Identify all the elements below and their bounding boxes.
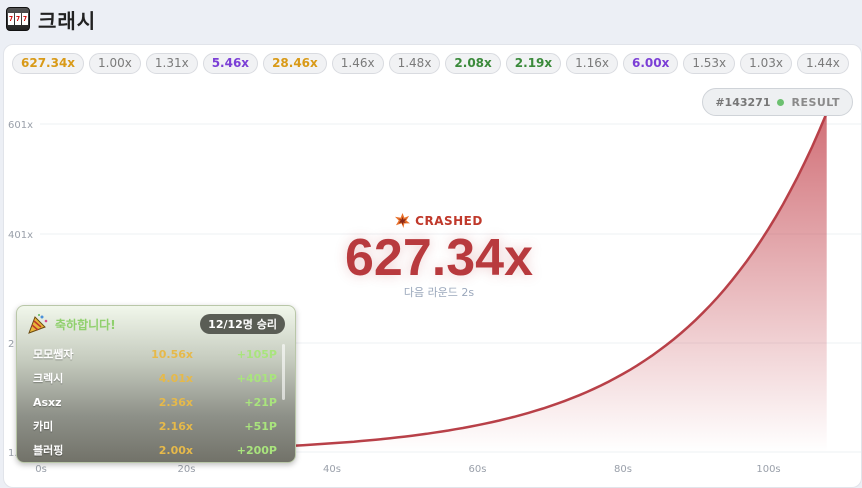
page-title: 크래시 xyxy=(38,8,97,33)
result-label: RESULT xyxy=(791,95,840,109)
history-chip[interactable]: 1.48x xyxy=(388,53,441,74)
winner-name: Asxz xyxy=(33,395,62,409)
status-dot-icon xyxy=(777,98,785,106)
x-tick-label: 80s xyxy=(614,464,632,475)
winner-name: 모모쌤자 xyxy=(33,348,74,361)
winner-row: 모모쌤자 10.56x +105P xyxy=(17,342,295,366)
crash-multiplier: 627.34x xyxy=(345,229,533,287)
x-tick-label: 60s xyxy=(469,464,487,475)
crash-status-label: CRASHED xyxy=(415,213,483,228)
winner-name: 카미 xyxy=(33,420,54,433)
history-chip[interactable]: 627.34x xyxy=(12,53,85,74)
x-tick-label: 40s xyxy=(323,464,341,475)
round-id: #143271 xyxy=(715,95,771,109)
history-chip[interactable]: 5.46x xyxy=(202,53,259,74)
slot-machine-icon: 777 xyxy=(6,7,30,31)
winner-multiplier: 4.01x xyxy=(158,371,193,385)
winners-popup: 축하합니다! 12/12명 승리 모모쌤자 10.56x +105P 크렉시 4.01x… xyxy=(16,305,296,463)
winner-row: Asxz 2.36x +21P xyxy=(17,390,295,414)
winner-points: +200P xyxy=(236,443,277,457)
history-chip[interactable]: 1.31x xyxy=(145,53,198,74)
crash-display: CRASHED 627.34x 다음 라운드 2s xyxy=(324,213,554,300)
winners-scrollbar[interactable] xyxy=(282,344,285,400)
winner-points: +401P xyxy=(236,371,277,385)
history-chip[interactable]: 1.46x xyxy=(331,53,384,74)
party-popper-icon xyxy=(28,314,48,334)
history-chip[interactable]: 2.08x xyxy=(445,53,501,74)
winner-row: 크렉시 4.01x +401P xyxy=(17,366,295,390)
y-tick-label: 601x xyxy=(8,120,33,131)
winners-count-badge: 12/12명 승리 xyxy=(200,314,285,334)
history-chip[interactable]: 1.03x xyxy=(740,53,792,74)
x-tick-label: 100s xyxy=(756,464,780,475)
winner-row: 블러핑 2.00x +200P xyxy=(17,438,295,462)
history-bar: 627.34x 1.00x 1.31x 5.46x 28.46x 1.46x 1.48x 2.… xyxy=(12,53,849,74)
result-button[interactable]: #143271 RESULT xyxy=(702,88,853,116)
y-tick-label: 2 xyxy=(8,339,14,350)
winner-row: 카미 2.16x +51P xyxy=(17,414,295,438)
x-tick-label: 0s xyxy=(35,464,47,475)
crash-status: CRASHED xyxy=(324,213,554,228)
history-chip[interactable]: 6.00x xyxy=(622,53,679,74)
winner-points: +21P xyxy=(244,395,277,409)
winners-list: 모모쌤자 10.56x +105P 크렉시 4.01x +401P Asxz 2.36x +21… xyxy=(17,342,295,462)
winner-multiplier: 10.56x xyxy=(151,347,193,361)
history-chip[interactable]: 1.53x xyxy=(683,53,736,74)
winner-points: +105P xyxy=(236,347,277,361)
x-tick-label: 20s xyxy=(178,464,196,475)
history-chip[interactable]: 1.16x xyxy=(566,53,618,74)
winner-multiplier: 2.00x xyxy=(158,443,193,457)
y-tick-label: 401x xyxy=(8,230,33,241)
history-chip[interactable]: 2.19x xyxy=(505,53,562,74)
winner-points: +51P xyxy=(244,419,277,433)
winners-title: 축하합니다! xyxy=(55,317,116,332)
winners-header: 축하합니다! 12/12명 승리 xyxy=(17,306,295,342)
winner-name: 블러핑 xyxy=(33,444,64,457)
game-panel: 601x 401x 2 1. 0s 20s 40s 60s 80s 100s 627.34x 1.0… xyxy=(3,44,862,488)
history-chip[interactable]: 1.44x xyxy=(796,53,849,74)
explosion-icon xyxy=(395,213,411,228)
history-chip[interactable]: 28.46x xyxy=(263,53,327,74)
winner-multiplier: 2.16x xyxy=(158,419,193,433)
winner-multiplier: 2.36x xyxy=(158,395,193,409)
history-chip[interactable]: 1.00x xyxy=(89,53,141,74)
winner-name: 크렉시 xyxy=(33,372,64,385)
header: 777 크래시 xyxy=(0,0,862,38)
